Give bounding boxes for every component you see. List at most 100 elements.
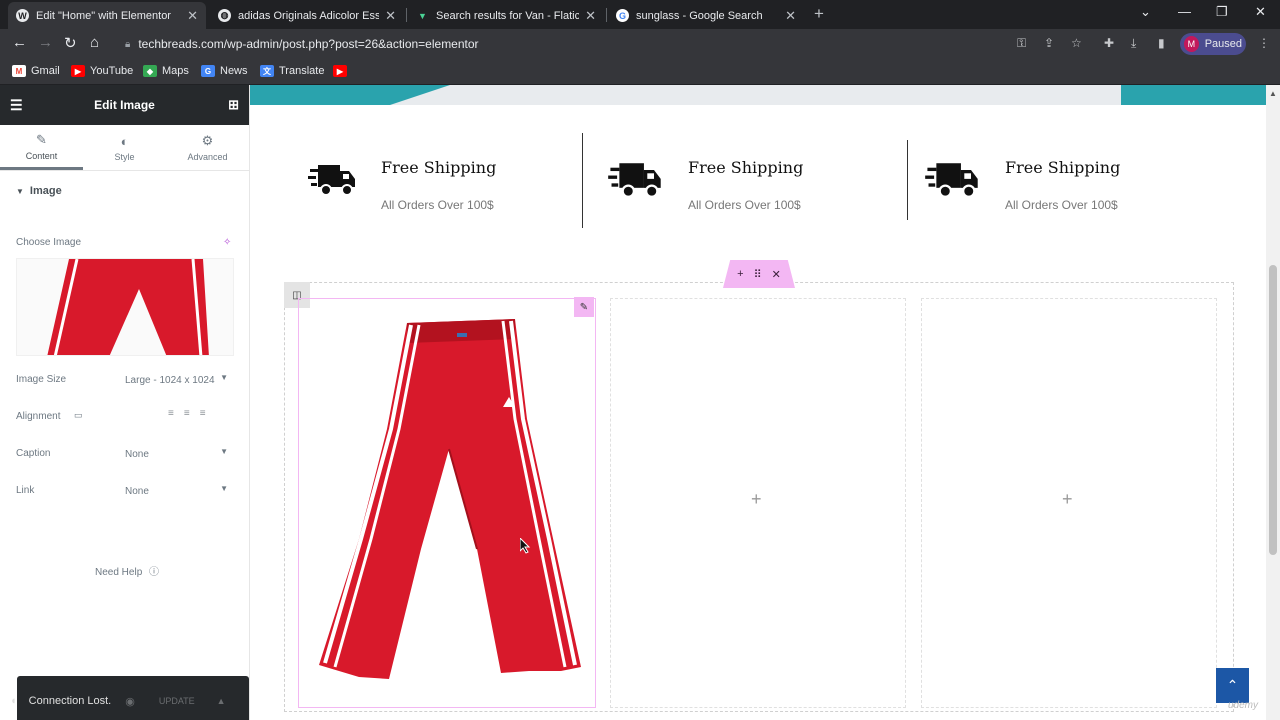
feature-title: Free Shipping bbox=[1005, 158, 1121, 177]
bookmark-maps[interactable]: ◆ Maps bbox=[143, 65, 189, 77]
section-handle[interactable]: + ⠿ ✕ bbox=[723, 260, 795, 288]
chevron-up-icon: ⌃ bbox=[1226, 677, 1239, 693]
ai-sparkle-icon[interactable]: ✧ bbox=[223, 237, 231, 248]
bookmark-gmail[interactable]: M Gmail bbox=[12, 65, 60, 77]
align-left-icon[interactable]: ≡ bbox=[168, 408, 174, 419]
tab-content[interactable]: ✎ Content bbox=[0, 125, 83, 170]
star-icon[interactable]: ☆ bbox=[1071, 36, 1082, 50]
forward-icon[interactable]: → bbox=[38, 34, 53, 51]
pants-image[interactable] bbox=[299, 299, 595, 707]
tab-title: sunglass - Google Search bbox=[636, 9, 763, 22]
feature-title: Free Shipping bbox=[688, 158, 804, 177]
tab-google[interactable]: G sunglass - Google Search ✕ bbox=[608, 2, 804, 29]
sidepanel-icon[interactable]: ▮ bbox=[1158, 36, 1165, 50]
panel-header: ☰ Edit Image ⊞ bbox=[0, 85, 249, 125]
tab-search-icon[interactable]: ⌄ bbox=[1140, 4, 1151, 20]
warning-icon: ◖ bbox=[10, 695, 17, 707]
connection-lost-toast: ◖ Connection Lost. ◉ UPDATE ▲ bbox=[0, 688, 250, 714]
hamburger-menu-icon[interactable]: ☰ bbox=[10, 97, 23, 114]
choose-image-label: Choose Image bbox=[16, 237, 82, 248]
back-icon[interactable]: ← bbox=[12, 34, 27, 51]
mouse-cursor-icon bbox=[520, 538, 531, 554]
tab-adidas[interactable]: ◍ adidas Originals Adicolor Essenti ✕ bbox=[210, 2, 404, 29]
new-tab-button[interactable]: + bbox=[814, 4, 824, 24]
column-1[interactable] bbox=[298, 298, 596, 708]
scroll-up-icon[interactable]: ▲ bbox=[1269, 89, 1277, 98]
image-size-value: Large - 1024 x 1024 bbox=[125, 374, 215, 386]
tab-label: Advanced bbox=[187, 152, 228, 162]
alignment-buttons: ≡ ≡ ≡ bbox=[168, 408, 206, 419]
minimize-icon[interactable]: — bbox=[1178, 4, 1191, 19]
link-value: None bbox=[125, 485, 149, 497]
share-icon[interactable]: ⇪ bbox=[1044, 36, 1054, 50]
watermark: udemy bbox=[1228, 700, 1259, 711]
back-to-top-button[interactable]: ⌃ bbox=[1216, 668, 1249, 703]
delete-section-icon[interactable]: ✕ bbox=[772, 268, 781, 281]
truck-icon bbox=[925, 163, 978, 198]
link-select[interactable]: None ▼ bbox=[120, 481, 234, 501]
close-icon[interactable]: ✕ bbox=[585, 8, 596, 24]
panel-title: Edit Image bbox=[94, 98, 155, 112]
divider bbox=[907, 140, 908, 220]
home-icon[interactable]: ⌂ bbox=[90, 34, 99, 51]
edit-widget-button[interactable]: ✎ bbox=[574, 297, 594, 317]
align-right-icon[interactable]: ≡ bbox=[200, 408, 206, 419]
image-size-label: Image Size bbox=[16, 374, 67, 385]
chevron-up-icon[interactable]: ▲ bbox=[217, 696, 226, 706]
lock-icon: 🔒︎ bbox=[125, 38, 131, 50]
page-scrollbar[interactable]: ▲ bbox=[1266, 85, 1280, 720]
download-icon[interactable]: ⤓ bbox=[1131, 36, 1136, 51]
add-widget-icon[interactable]: + bbox=[751, 489, 762, 510]
eye-icon[interactable]: ◉ bbox=[125, 695, 135, 708]
tab-advanced[interactable]: ⚙ Advanced bbox=[166, 125, 249, 170]
pencil-icon: ✎ bbox=[36, 131, 47, 147]
image-size-select[interactable]: Large - 1024 x 1024 ▼ bbox=[120, 370, 234, 390]
bookmark-youtube-2[interactable]: ▶ bbox=[333, 65, 352, 77]
caret-down-icon: ▼ bbox=[220, 373, 228, 382]
align-center-icon[interactable]: ≡ bbox=[184, 408, 190, 419]
teal-shape bbox=[250, 85, 450, 105]
desktop-icon[interactable]: ▭ bbox=[74, 410, 83, 421]
close-icon[interactable]: ✕ bbox=[385, 8, 396, 24]
scroll-thumb[interactable] bbox=[1269, 265, 1277, 555]
truck-icon bbox=[608, 163, 661, 198]
connection-status: Connection Lost. bbox=[28, 695, 112, 707]
update-button[interactable]: UPDATE bbox=[159, 696, 195, 706]
section-title: Image bbox=[29, 185, 62, 197]
avatar: M bbox=[1184, 36, 1199, 52]
tab-flaticon[interactable]: ▼ Search results for Van - Flaticon ✕ bbox=[408, 2, 604, 29]
bookmark-label: Gmail bbox=[31, 65, 60, 77]
add-widget-icon[interactable]: + bbox=[1062, 489, 1073, 510]
feature-title: Free Shipping bbox=[381, 158, 497, 177]
gear-icon: ⚙ bbox=[201, 133, 214, 148]
flaticon-icon: ▼ bbox=[418, 10, 427, 21]
drag-handle-icon[interactable]: ⠿ bbox=[754, 268, 762, 281]
widgets-grid-icon[interactable]: ⊞ bbox=[228, 97, 239, 113]
url-bar[interactable]: 🔒︎ techbreads.com/wp-admin/post.php?post… bbox=[115, 32, 1007, 56]
caption-select[interactable]: None ▼ bbox=[120, 444, 234, 464]
profile-button[interactable]: M Paused bbox=[1180, 33, 1246, 55]
bookmark-news[interactable]: G News bbox=[201, 65, 248, 77]
reload-icon[interactable]: ↻ bbox=[64, 34, 77, 52]
restore-icon[interactable]: ❐ bbox=[1216, 4, 1228, 20]
tab-elementor[interactable]: W Edit "Home" with Elementor ✕ bbox=[8, 2, 206, 29]
elementor-panel: ☰ Edit Image ⊞ ✎ Content ◐ Style ⚙ Advan… bbox=[0, 85, 250, 720]
tab-title: Edit "Home" with Elementor bbox=[36, 9, 171, 22]
link-label: Link bbox=[16, 485, 35, 496]
pencil-icon: ✎ bbox=[579, 301, 589, 313]
tab-style[interactable]: ◐ Style bbox=[83, 125, 166, 170]
close-icon[interactable]: ✕ bbox=[785, 8, 796, 24]
tab-title: Search results for Van - Flaticon bbox=[436, 9, 580, 22]
need-help-link[interactable]: Need Help ⓘ bbox=[95, 563, 159, 578]
section-image-toggle[interactable]: ▼ Image bbox=[0, 171, 249, 197]
bookmark-youtube[interactable]: ▶ YouTube bbox=[71, 65, 133, 77]
address-toolbar: ← → ↻ ⌂ 🔒︎ techbreads.com/wp-admin/post.… bbox=[0, 29, 1280, 59]
menu-kebab-icon[interactable]: ⋮ bbox=[1258, 36, 1270, 50]
key-icon[interactable]: ⚿ bbox=[1017, 36, 1026, 51]
bookmark-translate[interactable]: 文 Translate bbox=[260, 65, 324, 77]
window-close-icon[interactable]: ✕ bbox=[1255, 4, 1266, 20]
image-chooser[interactable] bbox=[16, 258, 234, 356]
add-section-icon[interactable]: + bbox=[737, 268, 743, 280]
extensions-icon[interactable]: ✚ bbox=[1104, 36, 1114, 50]
close-icon[interactable]: ✕ bbox=[187, 8, 198, 24]
